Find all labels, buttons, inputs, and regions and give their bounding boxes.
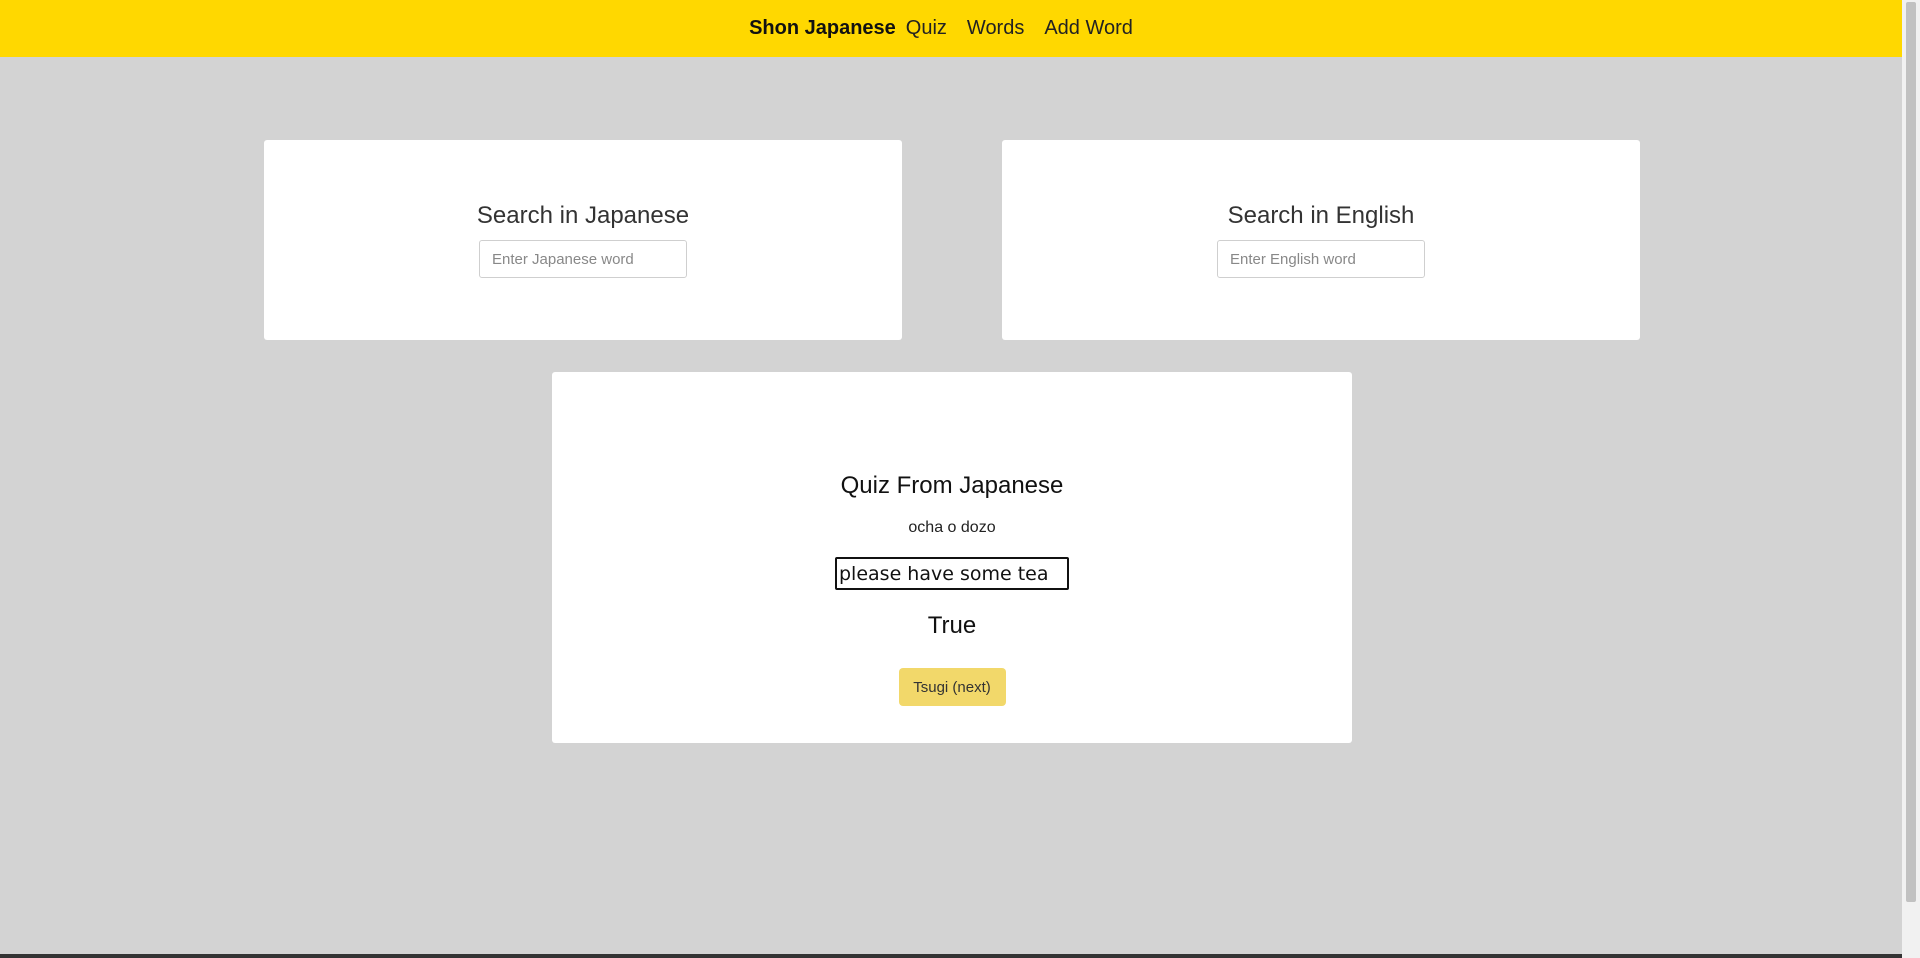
search-english-title: Search in English: [1227, 202, 1415, 229]
nav-link-quiz[interactable]: Quiz: [906, 17, 947, 40]
quiz-answer-input[interactable]: [835, 557, 1069, 590]
brand-link[interactable]: Shon Japanese: [749, 17, 896, 40]
top-navbar: Shon Japanese Quiz Words Add Word: [0, 0, 1902, 57]
quiz-card: Quiz From Japanese ocha o dozo True Tsug…: [552, 372, 1352, 743]
nav-link-words[interactable]: Words: [967, 17, 1024, 40]
search-japanese-card: Search in Japanese: [264, 140, 902, 340]
quiz-result: True: [927, 612, 977, 639]
quiz-title: Quiz From Japanese: [840, 472, 1064, 499]
window-bottom-edge: [0, 954, 1902, 958]
next-button[interactable]: Tsugi (next): [898, 668, 1006, 706]
nav-links: Shon Japanese Quiz Words Add Word: [749, 17, 1153, 40]
search-japanese-title: Search in Japanese: [476, 202, 690, 229]
page: Shon Japanese Quiz Words Add Word Search…: [0, 0, 1920, 958]
scrollbar-thumb[interactable]: [1906, 2, 1916, 902]
vertical-scrollbar[interactable]: [1902, 0, 1920, 958]
quiz-prompt: ocha o dozo: [908, 519, 996, 536]
search-english-input[interactable]: [1217, 240, 1425, 278]
search-english-card: Search in English: [1002, 140, 1640, 340]
search-japanese-input[interactable]: [479, 240, 687, 278]
nav-link-add-word[interactable]: Add Word: [1044, 17, 1133, 40]
